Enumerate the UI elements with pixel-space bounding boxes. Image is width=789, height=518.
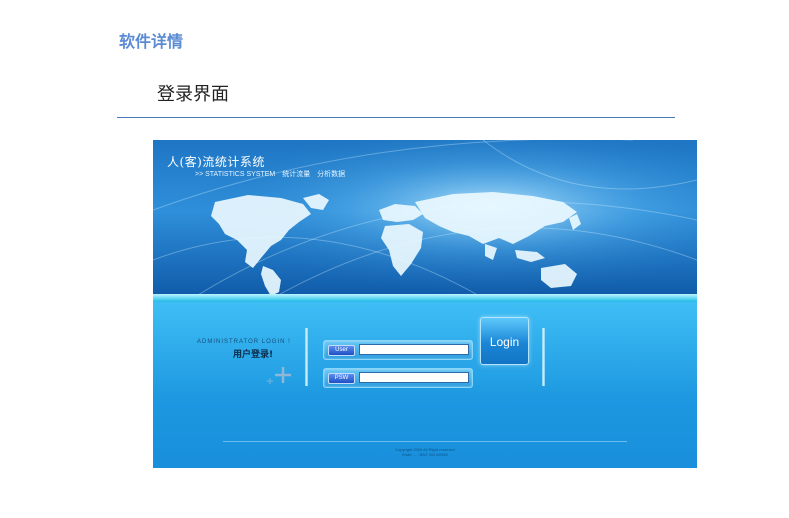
app-subtitle-cn-1: 统计流量 <box>282 171 311 178</box>
horizontal-rule <box>117 117 675 118</box>
password-label: PSW <box>328 373 355 384</box>
app-subtitle-cn-2: 分析数据 <box>317 171 346 178</box>
plus-icon <box>267 367 291 384</box>
username-input[interactable] <box>359 344 469 355</box>
section-title: 软件详情 <box>119 32 184 51</box>
app-subtitle-en: >> STATISTICS SYSTEM <box>195 171 276 178</box>
panel-divider-right <box>542 328 545 386</box>
app-title: 人(客)流统计系统 <box>167 155 265 169</box>
login-panel: ADMINISTRATOR LOGIN ! 用户登录! User PSW Cop… <box>153 302 697 468</box>
login-button[interactable]: Login <box>480 317 529 365</box>
user-field: User <box>323 340 473 360</box>
page-subtitle: 登录界面 <box>157 84 229 105</box>
admin-login-label-cn: 用户登录! <box>233 350 274 360</box>
panel-divider-left <box>305 328 308 386</box>
copyright-text: Copyright 2009 All Right reserved <box>395 447 455 452</box>
app-subtitle: >> STATISTICS SYSTEM 统计流量 分析数据 <box>195 169 345 179</box>
password-input[interactable] <box>359 372 469 383</box>
contact-text: Email: ... · JENT, 000-000000 <box>402 453 448 457</box>
user-label: User <box>328 345 355 356</box>
footer-divider <box>223 441 627 442</box>
banner-separator <box>153 294 697 302</box>
admin-login-label-en: ADMINISTRATOR LOGIN ! <box>197 339 291 345</box>
password-field: PSW <box>323 368 473 388</box>
login-screenshot: 人(客)流统计系统 >> STATISTICS SYSTEM 统计流量 分析数据… <box>153 140 697 468</box>
